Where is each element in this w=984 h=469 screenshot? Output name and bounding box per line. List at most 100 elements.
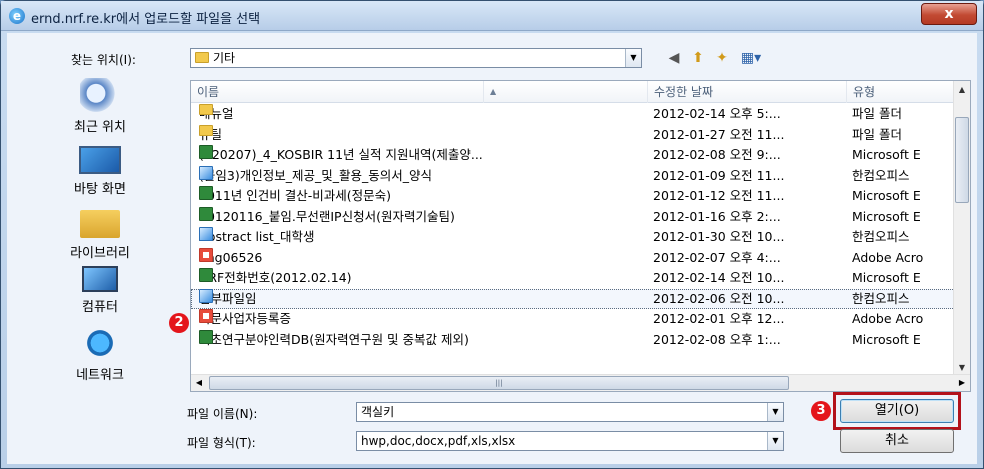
file-type-cell: 파일 폴더 [852, 126, 902, 142]
close-button[interactable]: x [921, 3, 977, 25]
file-name-text: 기초연구분야인력DB(원자력연구원 및 중복값 제외) [199, 331, 469, 347]
file-name-cell: 유틸 [199, 124, 645, 145]
place-label: 라이브러리 [70, 246, 130, 261]
file-date-cell: 2012-01-27 오전 11... [653, 126, 785, 142]
place-libraries[interactable]: 라이브러리 [15, 206, 185, 261]
filetype-label: 파일 형식(T): [187, 436, 256, 450]
window-title: ernd.nrf.re.kr에서 업로드할 파일을 선택 [31, 12, 261, 27]
excel-file-icon [199, 206, 213, 221]
open-button[interactable]: 열기(O) [840, 399, 954, 423]
file-name-cell: 국문사업자등록증 [199, 309, 645, 329]
pdf-file-icon [199, 309, 213, 323]
file-name-text: NRF전화번호(2012.02.14) [199, 270, 352, 285]
file-type-cell: Microsoft E [852, 147, 921, 162]
file-name-cell: Abstract list_대학생 [199, 227, 645, 247]
chevron-down-icon[interactable]: ▼ [767, 403, 783, 421]
filetype-value: hwp,doc,docx,pdf,xls,xlsx [361, 434, 516, 448]
file-type-cell: Microsoft E [852, 331, 921, 347]
hwp-file-icon [199, 165, 213, 180]
chevron-down-icon[interactable]: ▼ [767, 432, 783, 450]
file-name-cell: img06526 [199, 247, 645, 268]
place-computer[interactable]: 컴퓨터 [15, 266, 185, 315]
horizontal-scrollbar[interactable]: ◀ ||| ▶ [191, 374, 970, 391]
file-name-cell: (120207)_4_KOSBIR 11년 실적 지원내역(제출양... [199, 145, 645, 165]
file-row[interactable]: (붙임3)개인정보_제공_및_활용_동의서_양식 2012-01-09 오전 11… [191, 165, 955, 187]
file-name-cell: (붙임3)개인정보_제공_및_활용_동의서_양식 [199, 165, 645, 186]
file-type-cell: Adobe Acro [852, 249, 924, 265]
file-row[interactable]: NRF전화번호(2012.02.14) 2012-02-14 오전 10... Mi… [191, 268, 955, 289]
place-label: 네트워크 [76, 368, 124, 383]
file-type-cell: 한컴오피스 [852, 229, 910, 244]
filename-input[interactable]: 객실키 ▼ [356, 402, 784, 422]
dialog-body: 찾는 위치(I): 기타 ▼ ◀ ⬆ ✦ ▦▾ 최근 위치 바탕 화면 라이브러… [7, 33, 977, 464]
file-name-cell: NRF전화번호(2012.02.14) [199, 268, 645, 288]
file-type-cell: Microsoft E [852, 270, 921, 285]
place-desktop[interactable]: 바탕 화면 [15, 146, 185, 197]
libraries-icon [80, 210, 120, 238]
scroll-left-icon[interactable]: ◀ [191, 375, 207, 391]
hwp-file-icon [199, 227, 213, 241]
chevron-down-icon[interactable]: ▼ [625, 49, 641, 67]
file-date-cell: 2012-01-16 오후 2:... [653, 208, 781, 224]
scroll-up-icon[interactable]: ▲ [954, 81, 970, 98]
column-header-date[interactable]: 수정한 날짜 [647, 81, 846, 103]
file-type-cell: 파일 폴더 [852, 106, 902, 121]
file-name-text: 20120116_붙임.무선랜IP신청서(원자력기술팀) [199, 208, 455, 224]
filetype-select[interactable]: hwp,doc,docx,pdf,xls,xlsx ▼ [356, 431, 784, 451]
view-menu-icon[interactable]: ▦▾ [736, 48, 766, 68]
file-name-cell: 첨부파일임 [199, 288, 645, 309]
file-row[interactable]: 기초연구분야인력DB(원자력연구원 및 중복값 제외) 2012-02-08 오후… [191, 329, 955, 351]
file-name-cell: 기초연구분야인력DB(원자력연구원 및 중복값 제외) [199, 329, 645, 350]
places-bar: 최근 위치 바탕 화면 라이브러리 컴퓨터 네트워크 [15, 78, 185, 398]
scroll-thumb[interactable] [955, 117, 969, 203]
file-type-cell: Microsoft E [852, 188, 921, 203]
file-row[interactable]: Abstract list_대학생 2012-01-30 오전 10... 한컴오피… [191, 227, 955, 248]
place-recent[interactable]: 최근 위치 [15, 78, 185, 135]
file-date-cell: 2012-02-08 오전 9:... [653, 147, 781, 162]
back-icon[interactable]: ◀ [664, 48, 684, 68]
excel-file-icon [199, 329, 213, 344]
file-type-cell: 한컴오피스 [852, 167, 910, 183]
excel-file-icon [199, 186, 213, 200]
file-row[interactable]: 유틸 2012-01-27 오전 11... 파일 폴더 [191, 124, 955, 146]
file-row[interactable]: 20120116_붙임.무선랜IP신청서(원자력기술팀) 2012-01-16 오… [191, 206, 955, 228]
computer-icon [82, 266, 118, 292]
file-name-text: Abstract list_대학생 [199, 229, 315, 244]
file-row[interactable]: 2011년 인건비 결산-비과세(정문숙) 2012-01-12 오전 11...… [191, 186, 955, 207]
file-name-cell: 2011년 인건비 결산-비과세(정문숙) [199, 186, 645, 206]
file-date-cell: 2012-02-06 오전 10... [653, 290, 785, 306]
file-row[interactable]: img06526 2012-02-07 오후 4:... Adobe Acro [191, 247, 955, 269]
file-row[interactable]: 국문사업자등록증 2012-02-01 오후 12... Adobe Acro [191, 309, 955, 330]
file-row[interactable]: 첨부파일임 2012-02-06 오전 10... 한컴오피스 [191, 288, 955, 309]
desktop-icon [79, 146, 121, 174]
filename-label: 파일 이름(N): [187, 407, 258, 421]
scroll-right-icon[interactable]: ▶ [954, 375, 970, 391]
file-date-cell: 2012-02-14 오후 5:... [653, 106, 781, 121]
folder-icon [199, 124, 213, 136]
sort-arrow-icon: ▲ [483, 81, 496, 103]
scroll-thumb-horizontal[interactable]: ||| [209, 376, 789, 390]
new-folder-icon[interactable]: ✦ [712, 48, 732, 68]
file-type-cell: 한컴오피스 [852, 290, 910, 306]
column-header-type[interactable]: 유형 [846, 81, 966, 103]
file-row[interactable]: 매뉴얼 2012-02-14 오후 5:... 파일 폴더 [191, 104, 955, 125]
file-name-cell: 20120116_붙임.무선랜IP신청서(원자력기술팀) [199, 206, 645, 227]
vertical-scrollbar[interactable]: ▲ ▼ [953, 81, 970, 376]
file-name-text: (120207)_4_KOSBIR 11년 실적 지원내역(제출양... [199, 147, 483, 162]
file-upload-dialog: e ernd.nrf.re.kr에서 업로드할 파일을 선택 x 찾는 위치(I… [0, 0, 984, 469]
lookin-dropdown[interactable]: 기타 ▼ [190, 48, 642, 68]
file-name-text: 2011년 인건비 결산-비과세(정문숙) [199, 188, 392, 203]
up-folder-icon[interactable]: ⬆ [688, 48, 708, 68]
column-header-name[interactable]: 이름 [191, 81, 647, 103]
place-network[interactable]: 네트워크 [15, 326, 185, 383]
cancel-button[interactable]: 취소 [840, 429, 954, 453]
file-rows: 매뉴얼2012-02-14 오후 5:...파일 폴더유틸2012-01-27 … [191, 104, 955, 350]
file-row[interactable]: (120207)_4_KOSBIR 11년 실적 지원내역(제출양... 2012… [191, 145, 955, 166]
folder-icon [199, 104, 213, 115]
file-name-text: (붙임3)개인정보_제공_및_활용_동의서_양식 [199, 167, 432, 183]
file-type-cell: Microsoft E [852, 208, 921, 224]
file-date-cell: 2012-02-08 오후 1:... [653, 331, 781, 347]
file-date-cell: 2012-01-30 오전 10... [653, 229, 785, 244]
lookin-label: 찾는 위치(I): [71, 53, 136, 67]
pdf-file-icon [199, 247, 213, 262]
